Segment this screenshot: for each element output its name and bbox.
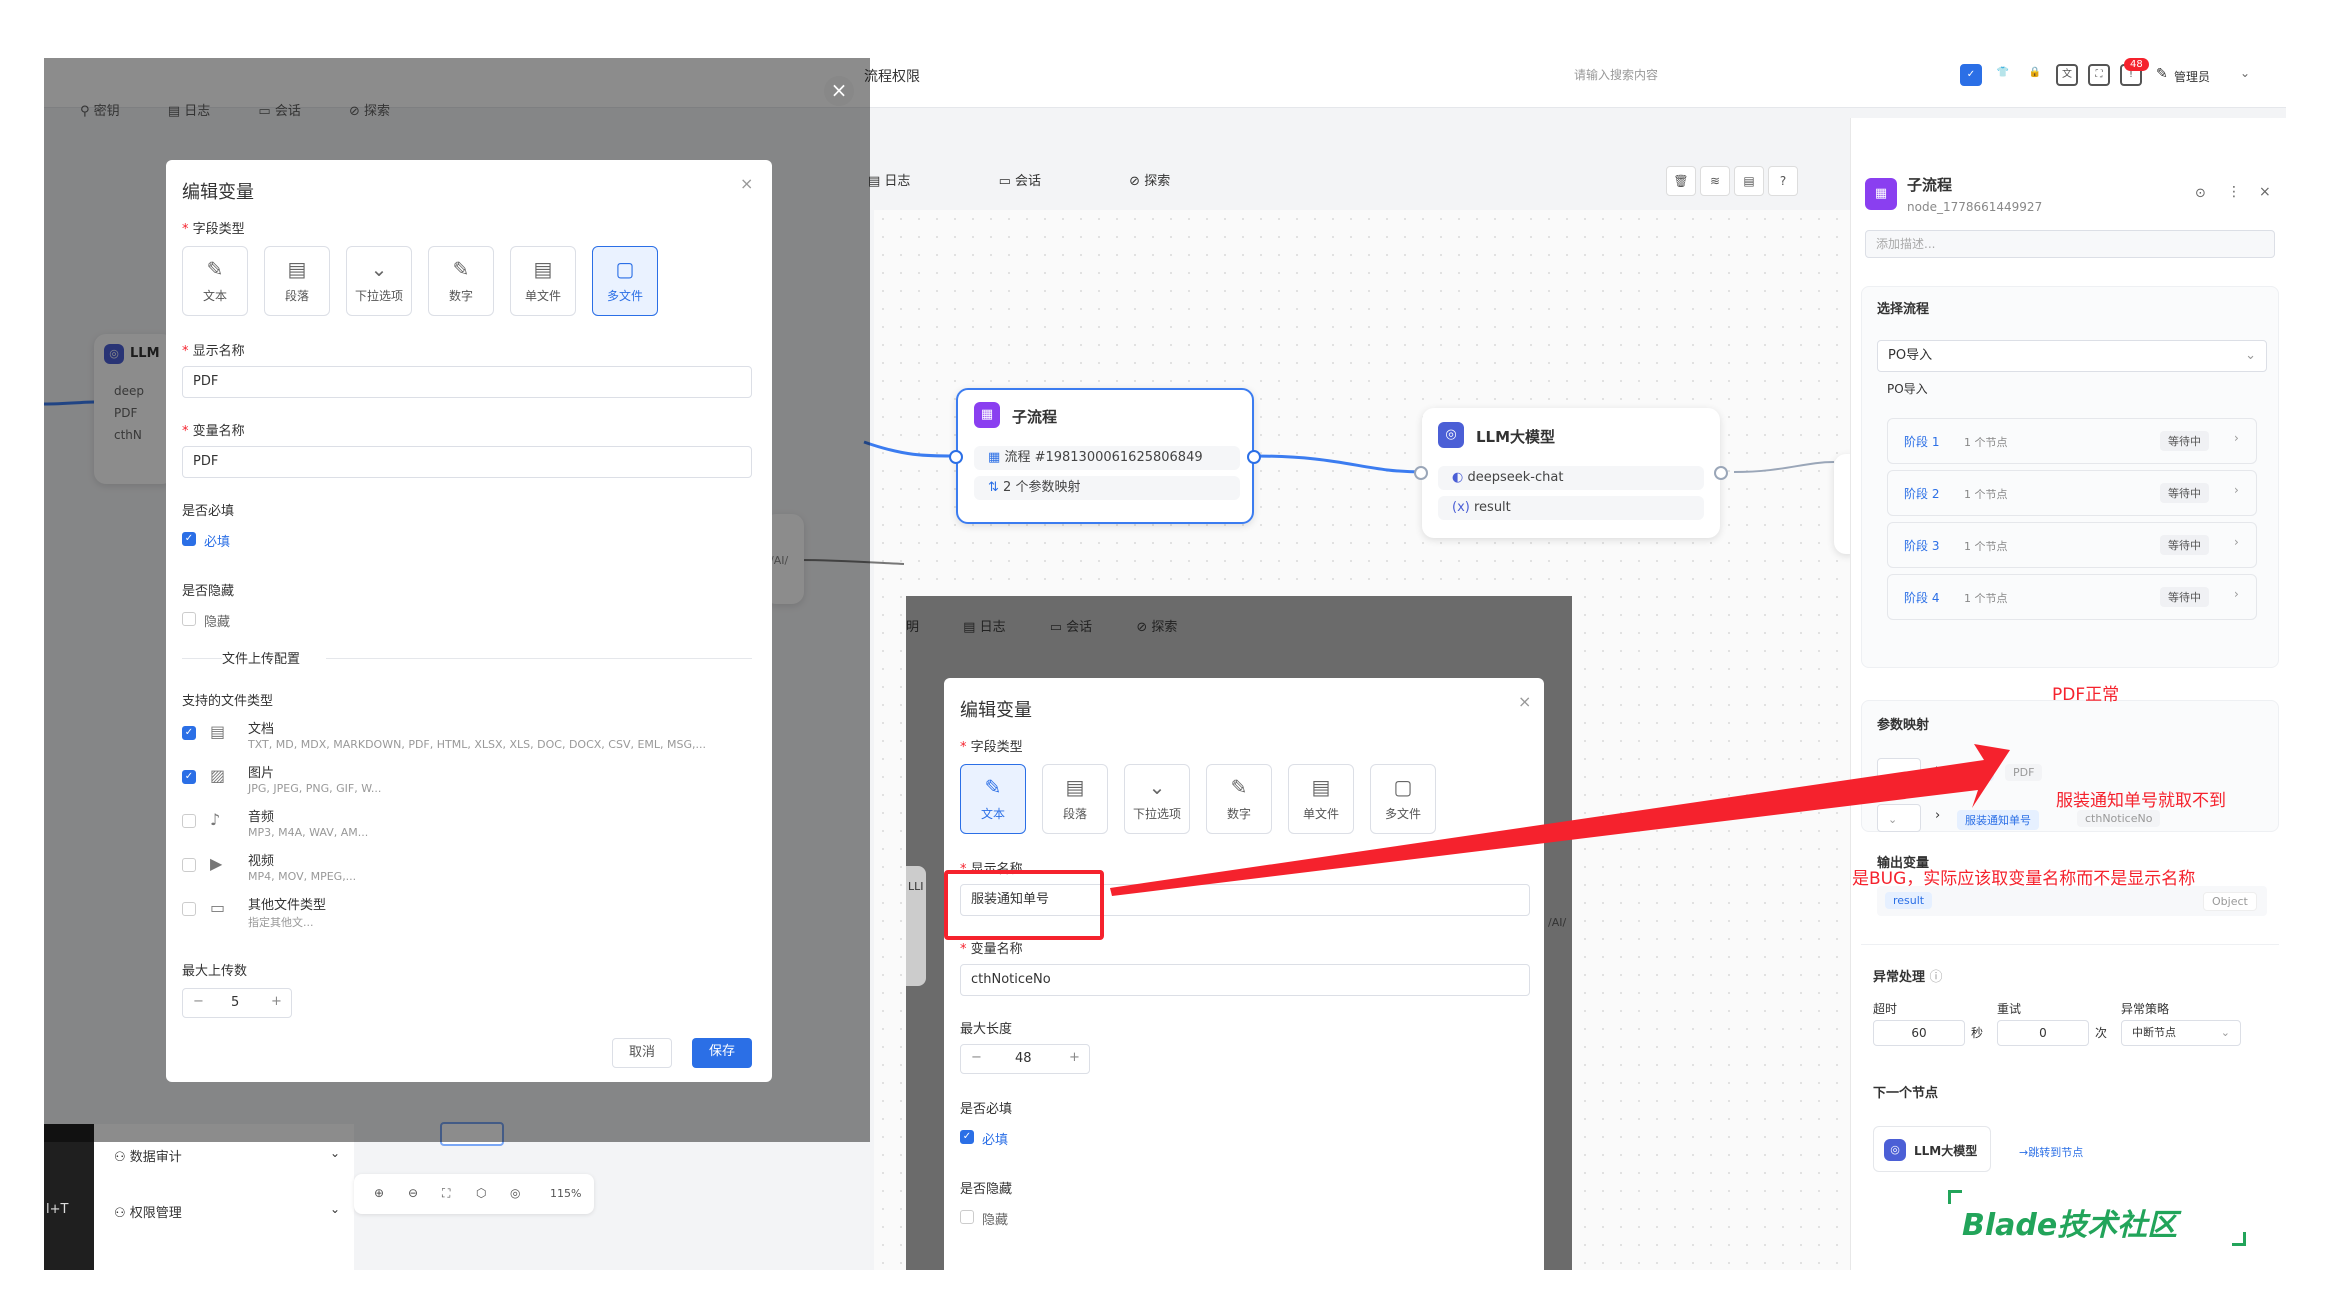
annotation-bug: 是BUG，实际应该取变量名称而不是显示名称 bbox=[1852, 869, 2196, 889]
bracket-bottom-right bbox=[2232, 1232, 2246, 1246]
watermark-text: Blade技术社区 bbox=[1962, 1208, 2178, 1243]
annotation-pdf-ok: PDF正常 bbox=[2052, 685, 2120, 705]
annotation-not-found: 服装通知单号就取不到 bbox=[2056, 791, 2226, 811]
annotation-arrow bbox=[1110, 744, 2010, 896]
bracket-top-left bbox=[1948, 1190, 1962, 1204]
watermark: Blade技术社区 bbox=[1948, 1190, 2248, 1250]
